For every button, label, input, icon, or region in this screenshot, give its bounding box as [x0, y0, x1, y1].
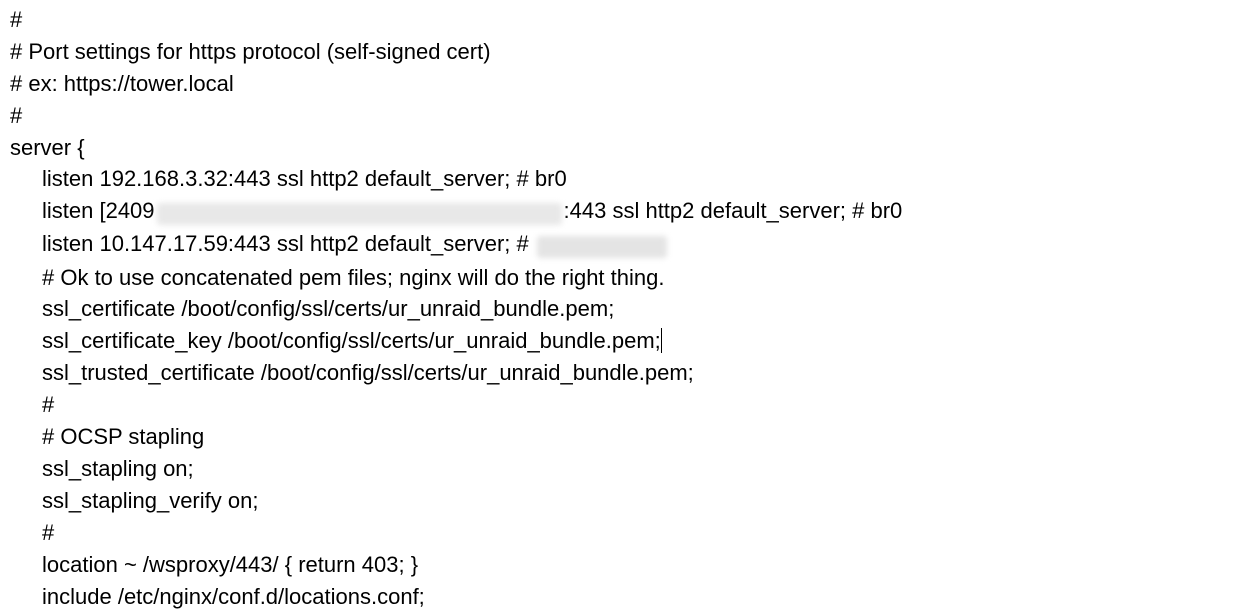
config-text: ssl_certificate_key /boot/config/ssl/cer… — [42, 328, 661, 353]
config-line-redacted: listen 10.147.17.59:443 ssl http2 defaul… — [10, 228, 1224, 261]
redacted-block — [155, 197, 564, 229]
config-line: # — [10, 389, 1224, 421]
config-line: # ex: https://tower.local — [10, 68, 1224, 100]
config-line-redacted: listen [2409 :443 ssl http2 default_serve… — [10, 195, 1224, 228]
config-line: ssl_certificate /boot/config/ssl/certs/u… — [10, 293, 1224, 325]
config-line: server { — [10, 132, 1224, 164]
config-line: # — [10, 4, 1224, 36]
config-line: # Port settings for https protocol (self… — [10, 36, 1224, 68]
config-line: ssl_certificate_key /boot/config/ssl/cer… — [10, 325, 1224, 357]
config-line: ssl_stapling_verify on; — [10, 485, 1224, 517]
config-line: ssl_trusted_certificate /boot/config/ssl… — [10, 357, 1224, 389]
text-cursor — [661, 328, 662, 353]
config-line: # Ok to use concatenated pem files; ngin… — [10, 262, 1224, 294]
config-text: listen [2409 — [42, 198, 155, 223]
config-line: location ~ /wsproxy/443/ { return 403; } — [10, 549, 1224, 581]
config-line: # — [10, 100, 1224, 132]
redacted-block — [535, 230, 667, 262]
config-line: # — [10, 517, 1224, 549]
config-line: include /etc/nginx/conf.d/locations.conf… — [10, 581, 1224, 613]
config-text: listen 10.147.17.59:443 ssl http2 defaul… — [42, 231, 535, 256]
config-text: :443 ssl http2 default_server; # br0 — [564, 198, 903, 223]
config-line: # OCSP stapling — [10, 421, 1224, 453]
config-line: listen 192.168.3.32:443 ssl http2 defaul… — [10, 163, 1224, 195]
config-line: ssl_stapling on; — [10, 453, 1224, 485]
